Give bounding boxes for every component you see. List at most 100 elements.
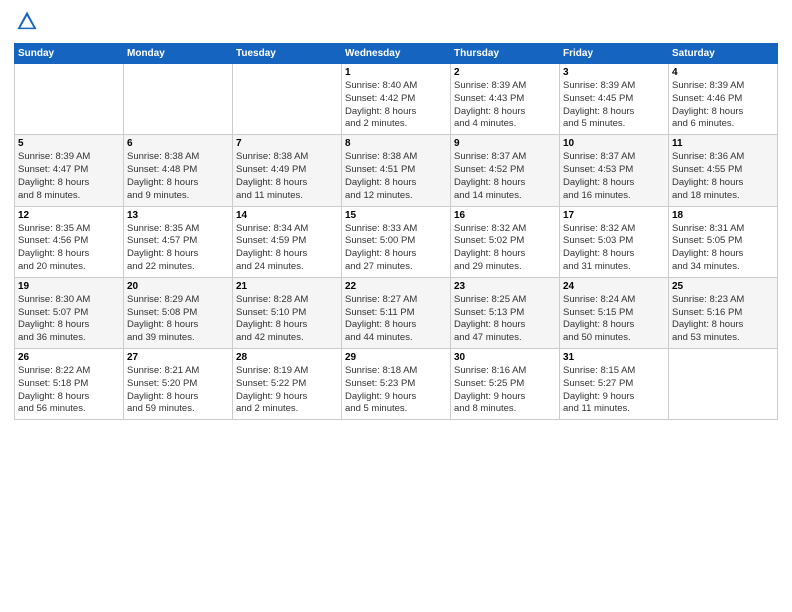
day-number: 19: [18, 281, 120, 292]
day-number: 23: [454, 281, 556, 292]
calendar-cell: 24 Sunrise: 8:24 AMSunset: 5:15 PMDayligh…: [560, 277, 669, 348]
header-friday: Friday: [560, 44, 669, 64]
calendar-cell: 9 Sunrise: 8:37 AMSunset: 4:52 PMDaylight…: [451, 135, 560, 206]
calendar-cell: 12 Sunrise: 8:35 AMSunset: 4:56 PMDayligh…: [15, 206, 124, 277]
calendar-cell: [124, 64, 233, 135]
day-info: Sunrise: 8:39 AMSunset: 4:46 PMDaylight:…: [672, 80, 774, 131]
day-number: 26: [18, 352, 120, 363]
day-number: 12: [18, 210, 120, 221]
day-info: Sunrise: 8:25 AMSunset: 5:13 PMDaylight:…: [454, 294, 556, 345]
day-info: Sunrise: 8:31 AMSunset: 5:05 PMDaylight:…: [672, 223, 774, 274]
day-info: Sunrise: 8:22 AMSunset: 5:18 PMDaylight:…: [18, 365, 120, 416]
day-number: 27: [127, 352, 229, 363]
day-number: 2: [454, 67, 556, 78]
week-row-3: 12 Sunrise: 8:35 AMSunset: 4:56 PMDayligh…: [15, 206, 778, 277]
header-thursday: Thursday: [451, 44, 560, 64]
calendar-cell: 7 Sunrise: 8:38 AMSunset: 4:49 PMDaylight…: [233, 135, 342, 206]
header: [14, 10, 778, 37]
logo: [14, 10, 40, 37]
day-info: Sunrise: 8:24 AMSunset: 5:15 PMDaylight:…: [563, 294, 665, 345]
day-number: 16: [454, 210, 556, 221]
day-info: Sunrise: 8:39 AMSunset: 4:43 PMDaylight:…: [454, 80, 556, 131]
header-saturday: Saturday: [669, 44, 778, 64]
day-number: 18: [672, 210, 774, 221]
calendar-cell: 17 Sunrise: 8:32 AMSunset: 5:03 PMDayligh…: [560, 206, 669, 277]
day-info: Sunrise: 8:37 AMSunset: 4:53 PMDaylight:…: [563, 151, 665, 202]
day-info: Sunrise: 8:29 AMSunset: 5:08 PMDaylight:…: [127, 294, 229, 345]
day-info: Sunrise: 8:39 AMSunset: 4:47 PMDaylight:…: [18, 151, 120, 202]
calendar-cell: 16 Sunrise: 8:32 AMSunset: 5:02 PMDayligh…: [451, 206, 560, 277]
day-number: 1: [345, 67, 447, 78]
day-number: 7: [236, 138, 338, 149]
day-info: Sunrise: 8:35 AMSunset: 4:57 PMDaylight:…: [127, 223, 229, 274]
day-info: Sunrise: 8:32 AMSunset: 5:02 PMDaylight:…: [454, 223, 556, 274]
calendar-cell: 6 Sunrise: 8:38 AMSunset: 4:48 PMDaylight…: [124, 135, 233, 206]
calendar-cell: 25Sunrise: 8:23 AMSunset: 5:16 PMDayligh…: [669, 277, 778, 348]
day-info: Sunrise: 8:19 AMSunset: 5:22 PMDaylight:…: [236, 365, 338, 416]
day-number: 4: [672, 67, 774, 78]
day-info: Sunrise: 8:15 AMSunset: 5:27 PMDaylight:…: [563, 365, 665, 416]
calendar-cell: 18 Sunrise: 8:31 AMSunset: 5:05 PMDayligh…: [669, 206, 778, 277]
day-number: 28: [236, 352, 338, 363]
day-info: Sunrise: 8:35 AMSunset: 4:56 PMDaylight:…: [18, 223, 120, 274]
logo-icon: [16, 10, 38, 32]
header-monday: Monday: [124, 44, 233, 64]
day-number: 15: [345, 210, 447, 221]
calendar-cell: 23 Sunrise: 8:25 AMSunset: 5:13 PMDayligh…: [451, 277, 560, 348]
calendar-cell: 22 Sunrise: 8:27 AMSunset: 5:11 PMDayligh…: [342, 277, 451, 348]
calendar-cell: 19 Sunrise: 8:30 AMSunset: 5:07 PMDayligh…: [15, 277, 124, 348]
day-number: 14: [236, 210, 338, 221]
day-info: Sunrise: 8:33 AMSunset: 5:00 PMDaylight:…: [345, 223, 447, 274]
calendar-cell: [233, 64, 342, 135]
day-number: 21: [236, 281, 338, 292]
day-number: 11: [672, 138, 774, 149]
day-number: 5: [18, 138, 120, 149]
calendar-cell: 4 Sunrise: 8:39 AMSunset: 4:46 PMDaylight…: [669, 64, 778, 135]
calendar-cell: 3Sunrise: 8:39 AMSunset: 4:45 PMDaylight…: [560, 64, 669, 135]
day-info: Sunrise: 8:32 AMSunset: 5:03 PMDaylight:…: [563, 223, 665, 274]
day-info: Sunrise: 8:39 AMSunset: 4:45 PMDaylight:…: [563, 80, 665, 131]
calendar-header-row: SundayMondayTuesdayWednesdayThursdayFrid…: [15, 44, 778, 64]
day-number: 17: [563, 210, 665, 221]
day-info: Sunrise: 8:28 AMSunset: 5:10 PMDaylight:…: [236, 294, 338, 345]
header-wednesday: Wednesday: [342, 44, 451, 64]
day-number: 8: [345, 138, 447, 149]
header-sunday: Sunday: [15, 44, 124, 64]
calendar-cell: [15, 64, 124, 135]
day-info: Sunrise: 8:23 AMSunset: 5:16 PMDaylight:…: [672, 294, 774, 345]
calendar-cell: 2 Sunrise: 8:39 AMSunset: 4:43 PMDaylight…: [451, 64, 560, 135]
day-info: Sunrise: 8:37 AMSunset: 4:52 PMDaylight:…: [454, 151, 556, 202]
day-info: Sunrise: 8:38 AMSunset: 4:51 PMDaylight:…: [345, 151, 447, 202]
calendar: SundayMondayTuesdayWednesdayThursdayFrid…: [14, 43, 778, 420]
calendar-cell: 29 Sunrise: 8:18 AMSunset: 5:23 PMDayligh…: [342, 349, 451, 420]
calendar-cell: [669, 349, 778, 420]
day-info: Sunrise: 8:34 AMSunset: 4:59 PMDaylight:…: [236, 223, 338, 274]
calendar-cell: 30Sunrise: 8:16 AMSunset: 5:25 PMDayligh…: [451, 349, 560, 420]
day-info: Sunrise: 8:38 AMSunset: 4:48 PMDaylight:…: [127, 151, 229, 202]
day-number: 29: [345, 352, 447, 363]
day-number: 24: [563, 281, 665, 292]
calendar-cell: 1 Sunrise: 8:40 AMSunset: 4:42 PMDaylight…: [342, 64, 451, 135]
day-info: Sunrise: 8:21 AMSunset: 5:20 PMDaylight:…: [127, 365, 229, 416]
day-number: 9: [454, 138, 556, 149]
calendar-cell: 11Sunrise: 8:36 AMSunset: 4:55 PMDayligh…: [669, 135, 778, 206]
day-info: Sunrise: 8:18 AMSunset: 5:23 PMDaylight:…: [345, 365, 447, 416]
calendar-cell: 15 Sunrise: 8:33 AMSunset: 5:00 PMDayligh…: [342, 206, 451, 277]
day-number: 10: [563, 138, 665, 149]
day-number: 6: [127, 138, 229, 149]
day-info: Sunrise: 8:30 AMSunset: 5:07 PMDaylight:…: [18, 294, 120, 345]
day-info: Sunrise: 8:16 AMSunset: 5:25 PMDaylight:…: [454, 365, 556, 416]
calendar-cell: 20Sunrise: 8:29 AMSunset: 5:08 PMDayligh…: [124, 277, 233, 348]
calendar-cell: 26 Sunrise: 8:22 AMSunset: 5:18 PMDayligh…: [15, 349, 124, 420]
day-number: 31: [563, 352, 665, 363]
day-info: Sunrise: 8:38 AMSunset: 4:49 PMDaylight:…: [236, 151, 338, 202]
calendar-cell: 14 Sunrise: 8:34 AMSunset: 4:59 PMDayligh…: [233, 206, 342, 277]
day-number: 22: [345, 281, 447, 292]
calendar-cell: 21 Sunrise: 8:28 AMSunset: 5:10 PMDayligh…: [233, 277, 342, 348]
week-row-5: 26 Sunrise: 8:22 AMSunset: 5:18 PMDayligh…: [15, 349, 778, 420]
day-info: Sunrise: 8:40 AMSunset: 4:42 PMDaylight:…: [345, 80, 447, 131]
page: SundayMondayTuesdayWednesdayThursdayFrid…: [0, 0, 792, 612]
calendar-cell: 31 Sunrise: 8:15 AMSunset: 5:27 PMDayligh…: [560, 349, 669, 420]
day-info: Sunrise: 8:27 AMSunset: 5:11 PMDaylight:…: [345, 294, 447, 345]
calendar-cell: 27 Sunrise: 8:21 AMSunset: 5:20 PMDayligh…: [124, 349, 233, 420]
